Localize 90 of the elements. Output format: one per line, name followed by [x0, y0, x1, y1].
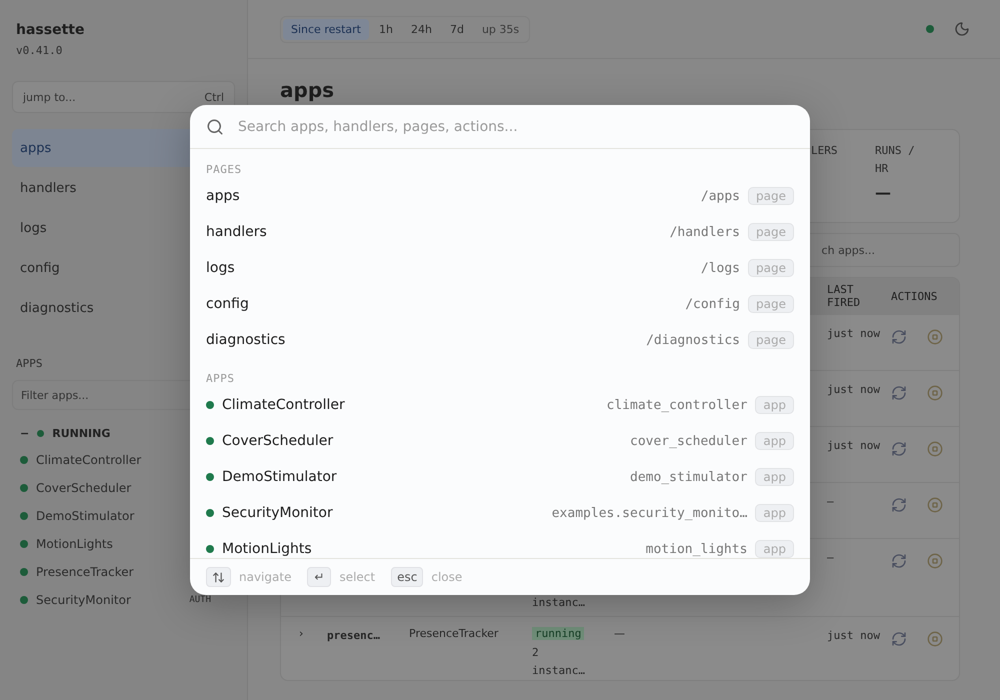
- version-label: v0.41.0: [16, 44, 64, 57]
- stop-icon[interactable]: [927, 553, 943, 569]
- last-fired: —: [827, 550, 835, 566]
- result-type: page: [748, 331, 794, 349]
- app-link[interactable]: DemoStimulator: [36, 509, 134, 523]
- stat-label: LERS: [811, 143, 838, 159]
- result-type: app: [755, 540, 794, 558]
- app-result[interactable]: MotionLights: [222, 541, 638, 557]
- app-link[interactable]: PresenceTracker: [36, 565, 134, 579]
- stop-icon[interactable]: [927, 497, 943, 513]
- jump-field[interactable]: jump to... Ctrl: [12, 81, 235, 113]
- refresh-icon[interactable]: [891, 385, 907, 401]
- result-type: app: [755, 396, 794, 414]
- runs-value: —: [614, 627, 626, 642]
- stop-icon[interactable]: [927, 385, 943, 401]
- result-path: /apps: [700, 188, 740, 204]
- status-dot: [926, 25, 934, 33]
- stop-icon[interactable]: [927, 329, 943, 345]
- stop-icon[interactable]: [927, 441, 943, 457]
- last-fired: just now: [827, 438, 881, 454]
- search-icon: [206, 118, 224, 136]
- stop-icon[interactable]: [927, 631, 943, 647]
- result-type: page: [748, 295, 794, 313]
- command-search-field[interactable]: Search apps, handlers, pages, actions...: [236, 118, 794, 136]
- page-result[interactable]: apps: [206, 188, 693, 204]
- page-result[interactable]: handlers: [206, 224, 662, 240]
- app-link[interactable]: SecurityMonitor: [36, 593, 131, 607]
- shortcut-hint: Ctrl: [204, 90, 224, 104]
- range-tab[interactable]: 7d: [442, 18, 472, 40]
- instances-count: 2 instanc…: [532, 645, 586, 679]
- result-path: demo_stimulator: [630, 470, 748, 484]
- class-name: PresenceTracker: [409, 627, 500, 642]
- hint-label: close: [431, 570, 462, 584]
- range-tab[interactable]: 24h: [402, 18, 440, 40]
- result-path: climate_controller: [606, 398, 748, 412]
- last-fired: just now: [827, 382, 881, 398]
- result-path: /logs: [700, 260, 740, 276]
- result-path: /diagnostics: [646, 332, 740, 348]
- page-result[interactable]: diagnostics: [206, 332, 638, 348]
- refresh-icon[interactable]: [891, 553, 907, 569]
- app-result[interactable]: CoverScheduler: [222, 433, 622, 449]
- result-path: cover_scheduler: [630, 434, 748, 448]
- app-link[interactable]: MotionLights: [36, 537, 113, 551]
- instances-count: instanc…: [532, 595, 586, 612]
- app-result[interactable]: DemoStimulator: [222, 469, 622, 485]
- page-result[interactable]: logs: [206, 260, 693, 276]
- app-link[interactable]: CoverScheduler: [36, 481, 132, 495]
- refresh-icon[interactable]: [891, 497, 907, 513]
- last-fired: just now: [827, 326, 881, 342]
- result-path: /config: [685, 296, 740, 312]
- app-result[interactable]: SecurityMonitor: [222, 505, 544, 521]
- column-header: LAST FIRED: [827, 283, 862, 309]
- stat-value: —: [875, 183, 892, 202]
- app-title: hassette: [15, 22, 86, 38]
- range-tab[interactable]: 1h: [371, 18, 401, 40]
- jump-placeholder: jump to...: [23, 90, 76, 104]
- key-hint: esc: [391, 567, 424, 587]
- app-tag: AUTH: [189, 595, 211, 605]
- page-heading: apps: [280, 77, 334, 103]
- result-type: app: [755, 504, 794, 522]
- result-type: page: [748, 187, 794, 205]
- app-link[interactable]: ClimateController: [36, 453, 142, 467]
- section-label: APPS: [16, 357, 44, 370]
- uptime-label: up 35s: [480, 22, 520, 38]
- arrows-icon: [212, 570, 225, 584]
- column-header: ACTIONS: [891, 290, 938, 302]
- key-hint: ↵: [307, 567, 332, 587]
- status-badge: running: [532, 627, 584, 640]
- result-type: app: [755, 468, 794, 486]
- moon-icon[interactable]: [954, 21, 970, 37]
- range-tab[interactable]: Since restart: [283, 18, 369, 40]
- result-type: page: [748, 259, 794, 277]
- last-fired: —: [827, 494, 835, 510]
- app-key: presenc…: [327, 627, 409, 680]
- result-path: motion_lights: [646, 542, 748, 556]
- refresh-icon[interactable]: [891, 441, 907, 457]
- refresh-icon[interactable]: [891, 631, 907, 647]
- collapse-toggle[interactable]: −: [20, 426, 30, 440]
- result-path: /handlers: [670, 224, 740, 240]
- result-path: examples.security_monito…: [552, 506, 748, 520]
- page-result[interactable]: config: [206, 296, 678, 312]
- group-label: RUNNING: [52, 426, 110, 440]
- hint-label: navigate: [239, 570, 292, 584]
- expand-toggle[interactable]: ›: [281, 627, 327, 680]
- result-type: page: [748, 223, 794, 241]
- last-fired: just now: [827, 628, 881, 644]
- stat-label: RUNS / HR: [875, 143, 916, 177]
- result-type: app: [755, 432, 794, 450]
- refresh-icon[interactable]: [891, 329, 907, 345]
- hint-label: select: [339, 570, 376, 584]
